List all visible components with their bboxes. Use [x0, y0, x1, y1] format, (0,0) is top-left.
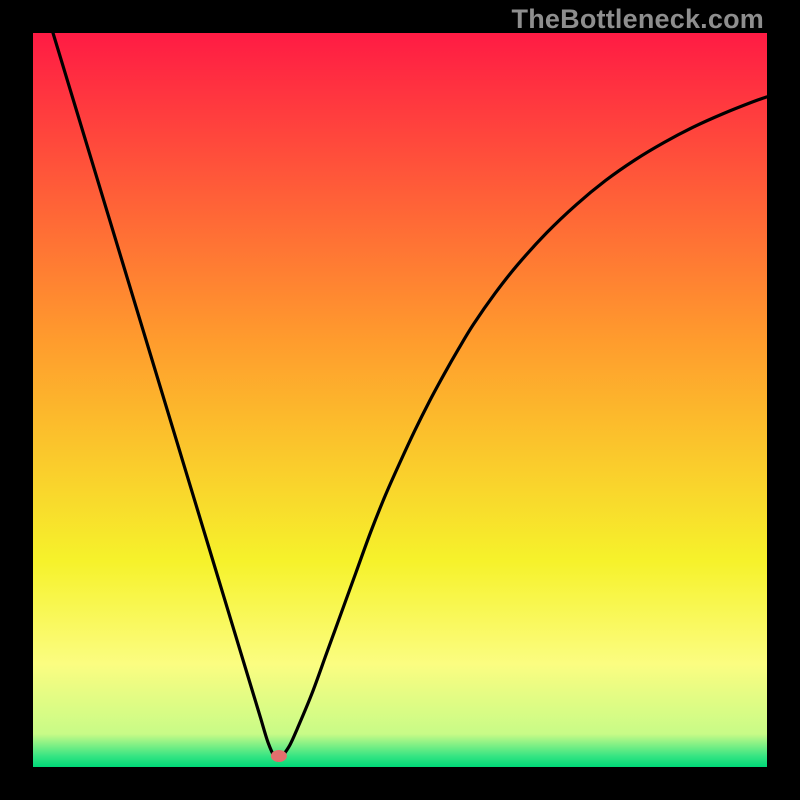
minimum-marker [271, 750, 287, 762]
watermark-text: TheBottleneck.com [512, 4, 764, 35]
chart-frame: TheBottleneck.com [0, 0, 800, 800]
gradient-background [33, 33, 767, 767]
chart-plot [33, 33, 767, 767]
